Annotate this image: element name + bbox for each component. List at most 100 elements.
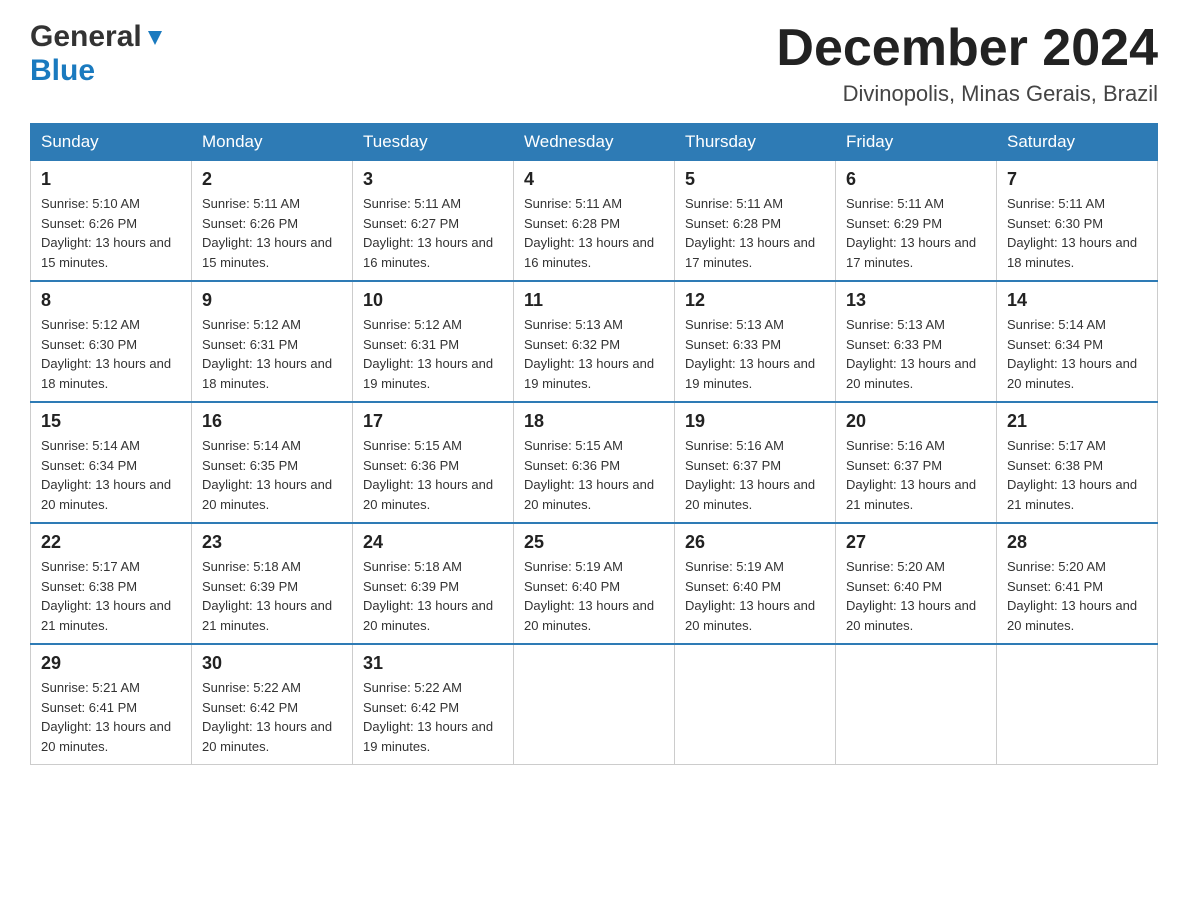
day-info: Sunrise: 5:11 AM Sunset: 6:29 PM Dayligh…: [846, 194, 986, 272]
calendar-cell: [514, 644, 675, 765]
day-number: 28: [1007, 532, 1147, 553]
day-info: Sunrise: 5:22 AM Sunset: 6:42 PM Dayligh…: [363, 678, 503, 756]
day-info: Sunrise: 5:19 AM Sunset: 6:40 PM Dayligh…: [685, 557, 825, 635]
day-info: Sunrise: 5:12 AM Sunset: 6:31 PM Dayligh…: [363, 315, 503, 393]
logo-general-text: General: [30, 20, 142, 54]
column-header-tuesday: Tuesday: [353, 124, 514, 161]
location-text: Divinopolis, Minas Gerais, Brazil: [776, 81, 1158, 107]
day-info: Sunrise: 5:19 AM Sunset: 6:40 PM Dayligh…: [524, 557, 664, 635]
column-header-thursday: Thursday: [675, 124, 836, 161]
calendar-cell: 9 Sunrise: 5:12 AM Sunset: 6:31 PM Dayli…: [192, 281, 353, 402]
day-number: 1: [41, 169, 181, 190]
calendar-cell: 3 Sunrise: 5:11 AM Sunset: 6:27 PM Dayli…: [353, 161, 514, 282]
day-number: 10: [363, 290, 503, 311]
day-info: Sunrise: 5:11 AM Sunset: 6:28 PM Dayligh…: [524, 194, 664, 272]
calendar-cell: 29 Sunrise: 5:21 AM Sunset: 6:41 PM Dayl…: [31, 644, 192, 765]
day-info: Sunrise: 5:13 AM Sunset: 6:32 PM Dayligh…: [524, 315, 664, 393]
calendar-cell: 10 Sunrise: 5:12 AM Sunset: 6:31 PM Dayl…: [353, 281, 514, 402]
calendar-cell: 8 Sunrise: 5:12 AM Sunset: 6:30 PM Dayli…: [31, 281, 192, 402]
calendar-cell: 21 Sunrise: 5:17 AM Sunset: 6:38 PM Dayl…: [997, 402, 1158, 523]
calendar-week-row: 29 Sunrise: 5:21 AM Sunset: 6:41 PM Dayl…: [31, 644, 1158, 765]
day-info: Sunrise: 5:14 AM Sunset: 6:34 PM Dayligh…: [41, 436, 181, 514]
day-info: Sunrise: 5:17 AM Sunset: 6:38 PM Dayligh…: [1007, 436, 1147, 514]
calendar-cell: 27 Sunrise: 5:20 AM Sunset: 6:40 PM Dayl…: [836, 523, 997, 644]
title-block: December 2024 Divinopolis, Minas Gerais,…: [776, 20, 1158, 107]
calendar-week-row: 22 Sunrise: 5:17 AM Sunset: 6:38 PM Dayl…: [31, 523, 1158, 644]
day-number: 17: [363, 411, 503, 432]
logo: General Blue: [30, 20, 166, 88]
day-number: 24: [363, 532, 503, 553]
day-number: 27: [846, 532, 986, 553]
logo-blue-text: Blue: [30, 54, 95, 87]
column-header-saturday: Saturday: [997, 124, 1158, 161]
day-info: Sunrise: 5:12 AM Sunset: 6:30 PM Dayligh…: [41, 315, 181, 393]
calendar-cell: 15 Sunrise: 5:14 AM Sunset: 6:34 PM Dayl…: [31, 402, 192, 523]
calendar-cell: 30 Sunrise: 5:22 AM Sunset: 6:42 PM Dayl…: [192, 644, 353, 765]
day-info: Sunrise: 5:14 AM Sunset: 6:34 PM Dayligh…: [1007, 315, 1147, 393]
day-number: 9: [202, 290, 342, 311]
calendar-cell: 7 Sunrise: 5:11 AM Sunset: 6:30 PM Dayli…: [997, 161, 1158, 282]
day-number: 15: [41, 411, 181, 432]
day-info: Sunrise: 5:13 AM Sunset: 6:33 PM Dayligh…: [685, 315, 825, 393]
calendar-cell: [836, 644, 997, 765]
calendar-cell: 17 Sunrise: 5:15 AM Sunset: 6:36 PM Dayl…: [353, 402, 514, 523]
calendar-cell: 2 Sunrise: 5:11 AM Sunset: 6:26 PM Dayli…: [192, 161, 353, 282]
day-info: Sunrise: 5:13 AM Sunset: 6:33 PM Dayligh…: [846, 315, 986, 393]
calendar-cell: 24 Sunrise: 5:18 AM Sunset: 6:39 PM Dayl…: [353, 523, 514, 644]
column-header-wednesday: Wednesday: [514, 124, 675, 161]
calendar-cell: 31 Sunrise: 5:22 AM Sunset: 6:42 PM Dayl…: [353, 644, 514, 765]
day-number: 18: [524, 411, 664, 432]
day-number: 21: [1007, 411, 1147, 432]
logo-arrow-icon: [144, 27, 166, 49]
day-number: 2: [202, 169, 342, 190]
day-number: 6: [846, 169, 986, 190]
day-info: Sunrise: 5:20 AM Sunset: 6:40 PM Dayligh…: [846, 557, 986, 635]
page-header: General Blue December 2024 Divinopolis, …: [30, 20, 1158, 107]
day-number: 7: [1007, 169, 1147, 190]
day-number: 8: [41, 290, 181, 311]
day-info: Sunrise: 5:22 AM Sunset: 6:42 PM Dayligh…: [202, 678, 342, 756]
calendar-cell: 6 Sunrise: 5:11 AM Sunset: 6:29 PM Dayli…: [836, 161, 997, 282]
calendar-week-row: 8 Sunrise: 5:12 AM Sunset: 6:30 PM Dayli…: [31, 281, 1158, 402]
day-number: 5: [685, 169, 825, 190]
day-number: 4: [524, 169, 664, 190]
day-info: Sunrise: 5:11 AM Sunset: 6:30 PM Dayligh…: [1007, 194, 1147, 272]
calendar-cell: [997, 644, 1158, 765]
calendar-cell: 23 Sunrise: 5:18 AM Sunset: 6:39 PM Dayl…: [192, 523, 353, 644]
day-info: Sunrise: 5:11 AM Sunset: 6:27 PM Dayligh…: [363, 194, 503, 272]
day-info: Sunrise: 5:16 AM Sunset: 6:37 PM Dayligh…: [685, 436, 825, 514]
day-number: 14: [1007, 290, 1147, 311]
day-info: Sunrise: 5:16 AM Sunset: 6:37 PM Dayligh…: [846, 436, 986, 514]
calendar-week-row: 15 Sunrise: 5:14 AM Sunset: 6:34 PM Dayl…: [31, 402, 1158, 523]
calendar-cell: 20 Sunrise: 5:16 AM Sunset: 6:37 PM Dayl…: [836, 402, 997, 523]
day-number: 25: [524, 532, 664, 553]
day-number: 11: [524, 290, 664, 311]
day-number: 31: [363, 653, 503, 674]
calendar-cell: 14 Sunrise: 5:14 AM Sunset: 6:34 PM Dayl…: [997, 281, 1158, 402]
day-number: 22: [41, 532, 181, 553]
day-info: Sunrise: 5:14 AM Sunset: 6:35 PM Dayligh…: [202, 436, 342, 514]
day-info: Sunrise: 5:12 AM Sunset: 6:31 PM Dayligh…: [202, 315, 342, 393]
day-number: 13: [846, 290, 986, 311]
calendar-header-row: SundayMondayTuesdayWednesdayThursdayFrid…: [31, 124, 1158, 161]
calendar-cell: 19 Sunrise: 5:16 AM Sunset: 6:37 PM Dayl…: [675, 402, 836, 523]
calendar-cell: [675, 644, 836, 765]
day-number: 20: [846, 411, 986, 432]
day-number: 29: [41, 653, 181, 674]
day-number: 23: [202, 532, 342, 553]
day-number: 16: [202, 411, 342, 432]
calendar-cell: 28 Sunrise: 5:20 AM Sunset: 6:41 PM Dayl…: [997, 523, 1158, 644]
calendar-cell: 12 Sunrise: 5:13 AM Sunset: 6:33 PM Dayl…: [675, 281, 836, 402]
day-number: 12: [685, 290, 825, 311]
calendar-table: SundayMondayTuesdayWednesdayThursdayFrid…: [30, 123, 1158, 765]
day-info: Sunrise: 5:20 AM Sunset: 6:41 PM Dayligh…: [1007, 557, 1147, 635]
day-info: Sunrise: 5:10 AM Sunset: 6:26 PM Dayligh…: [41, 194, 181, 272]
day-info: Sunrise: 5:11 AM Sunset: 6:26 PM Dayligh…: [202, 194, 342, 272]
column-header-monday: Monday: [192, 124, 353, 161]
day-info: Sunrise: 5:21 AM Sunset: 6:41 PM Dayligh…: [41, 678, 181, 756]
calendar-cell: 1 Sunrise: 5:10 AM Sunset: 6:26 PM Dayli…: [31, 161, 192, 282]
calendar-cell: 5 Sunrise: 5:11 AM Sunset: 6:28 PM Dayli…: [675, 161, 836, 282]
day-number: 30: [202, 653, 342, 674]
day-number: 3: [363, 169, 503, 190]
day-info: Sunrise: 5:15 AM Sunset: 6:36 PM Dayligh…: [524, 436, 664, 514]
